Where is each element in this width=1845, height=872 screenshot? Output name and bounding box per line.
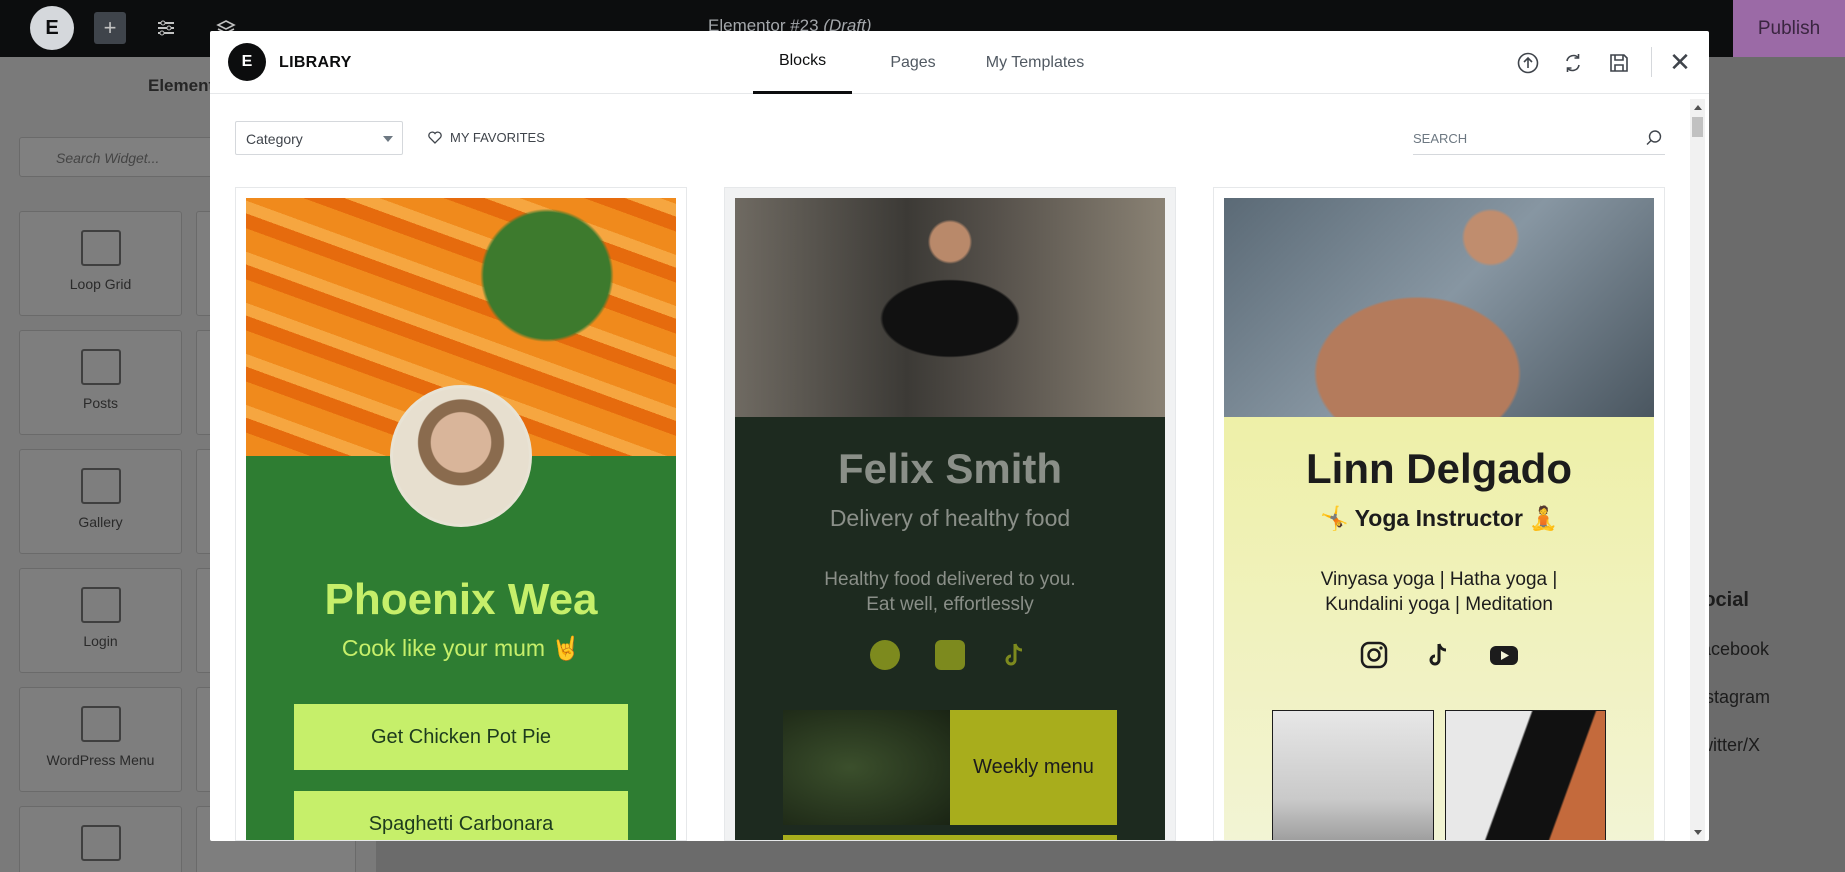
- my-favorites-filter[interactable]: MY FAVORITES: [428, 130, 545, 145]
- widget-label: Login: [83, 633, 118, 649]
- widget-label: Loop Grid: [69, 276, 132, 292]
- wordpress-menu-icon: [80, 706, 121, 742]
- heart-icon: [428, 131, 442, 144]
- widget-loop-grid[interactable]: Loop Grid: [19, 211, 182, 316]
- tab-my-templates[interactable]: My Templates: [974, 31, 1096, 94]
- widget-login[interactable]: Login: [19, 568, 182, 673]
- widget-label: Posts: [82, 395, 118, 411]
- widget-label: Gallery: [78, 514, 123, 530]
- description-line: Healthy food delivered to you.: [824, 569, 1076, 590]
- template-name: Linn Delgado: [1306, 445, 1572, 492]
- tab-pages[interactable]: Pages: [870, 31, 956, 94]
- instagram-icon: [1359, 640, 1389, 670]
- preview-button: Get Chicken Pot Pie: [294, 704, 628, 770]
- library-header: E LIBRARY Blocks Pages My Templates ✕: [210, 31, 1709, 94]
- template-description: Healthy food delivered to you. Eat well,…: [735, 567, 1165, 617]
- settings-sliders-icon[interactable]: [150, 12, 182, 44]
- youtube-icon: [1489, 640, 1519, 670]
- widget-label: WordPress Menu: [46, 752, 155, 768]
- sync-refresh-icon[interactable]: [1560, 50, 1586, 76]
- category-select-value: Category: [246, 131, 303, 147]
- tab-blocks[interactable]: Blocks: [753, 31, 852, 94]
- template-preview: Felix Smith Delivery of healthy food Hea…: [735, 198, 1165, 840]
- gallery-icon: [80, 468, 121, 504]
- template-library-modal: E LIBRARY Blocks Pages My Templates ✕ Ca…: [210, 31, 1709, 841]
- menu-strip: [783, 835, 1117, 840]
- instagram-icon: [935, 640, 965, 670]
- search-icon[interactable]: [1645, 129, 1663, 147]
- widget-posts[interactable]: Posts: [19, 330, 182, 435]
- chef-photo: [735, 198, 1165, 417]
- my-favorites-label: MY FAVORITES: [450, 130, 545, 145]
- widget-wordpress-menu[interactable]: WordPress Menu: [19, 687, 182, 792]
- template-card[interactable]: Felix Smith Delivery of healthy food Hea…: [724, 187, 1176, 841]
- login-icon: [80, 587, 121, 623]
- widget-gallery[interactable]: Gallery: [19, 449, 182, 554]
- stretch-photo: [1445, 710, 1606, 840]
- close-icon[interactable]: ✕: [1666, 47, 1694, 77]
- facebook-icon: [870, 640, 900, 670]
- tiktok-icon: [1000, 640, 1030, 670]
- avatar: [390, 385, 532, 527]
- image-icon: [80, 825, 121, 861]
- template-preview: Linn Delgado 🤸 Yoga Instructor 🧘 Vinyasa…: [1224, 198, 1654, 840]
- library-search: [1413, 121, 1665, 155]
- template-card[interactable]: Linn Delgado 🤸 Yoga Instructor 🧘 Vinyasa…: [1213, 187, 1665, 841]
- publish-button[interactable]: Publish: [1733, 0, 1845, 57]
- save-template-icon[interactable]: [1606, 50, 1632, 76]
- yoga-photo: [1224, 198, 1654, 417]
- greens-photo: [783, 710, 950, 825]
- add-element-button[interactable]: +: [94, 12, 126, 44]
- weekly-menu-tile: Weekly menu: [950, 710, 1117, 825]
- template-name: Felix Smith: [837, 445, 1063, 492]
- preview-button: Spaghetti Carbonara: [294, 791, 628, 840]
- scrollbar-thumb[interactable]: [1692, 117, 1703, 137]
- template-preview: Phoenix Wea Cook like your mum 🤘 Get Chi…: [246, 198, 676, 840]
- template-name: Phoenix Wea: [324, 575, 598, 624]
- template-tagline: 🤸 Yoga Instructor 🧘: [1320, 505, 1558, 531]
- scroll-up-arrow-icon[interactable]: [1694, 105, 1702, 110]
- header-divider: [1651, 47, 1652, 77]
- elementor-logo-icon: E: [228, 43, 266, 81]
- stones-photo: [1272, 710, 1434, 840]
- widget-image[interactable]: [19, 806, 182, 872]
- widget-search-input[interactable]: Search Widget...: [19, 137, 219, 177]
- scroll-down-arrow-icon[interactable]: [1694, 830, 1702, 835]
- chevron-down-icon: [383, 136, 393, 142]
- description-line: Kundalini yoga | Meditation: [1325, 594, 1553, 615]
- tiktok-icon: [1424, 640, 1454, 670]
- template-tagline: Delivery of healthy food: [829, 505, 1071, 531]
- description-line: Eat well, effortlessly: [866, 594, 1034, 615]
- library-scrollbar[interactable]: [1690, 99, 1705, 841]
- category-select[interactable]: Category: [235, 121, 403, 155]
- template-description: Vinyasa yoga | Hatha yoga | Kundalini yo…: [1224, 567, 1654, 617]
- library-search-input[interactable]: [1413, 127, 1633, 149]
- description-line: Vinyasa yoga | Hatha yoga |: [1320, 569, 1558, 590]
- template-card[interactable]: Phoenix Wea Cook like your mum 🤘 Get Chi…: [235, 187, 687, 841]
- loop-grid-icon: [80, 230, 121, 266]
- posts-icon: [80, 349, 121, 385]
- library-title: LIBRARY: [279, 54, 352, 71]
- template-tagline: Cook like your mum 🤘: [341, 635, 581, 661]
- import-upload-icon[interactable]: [1515, 50, 1541, 76]
- elementor-logo[interactable]: E: [30, 6, 74, 50]
